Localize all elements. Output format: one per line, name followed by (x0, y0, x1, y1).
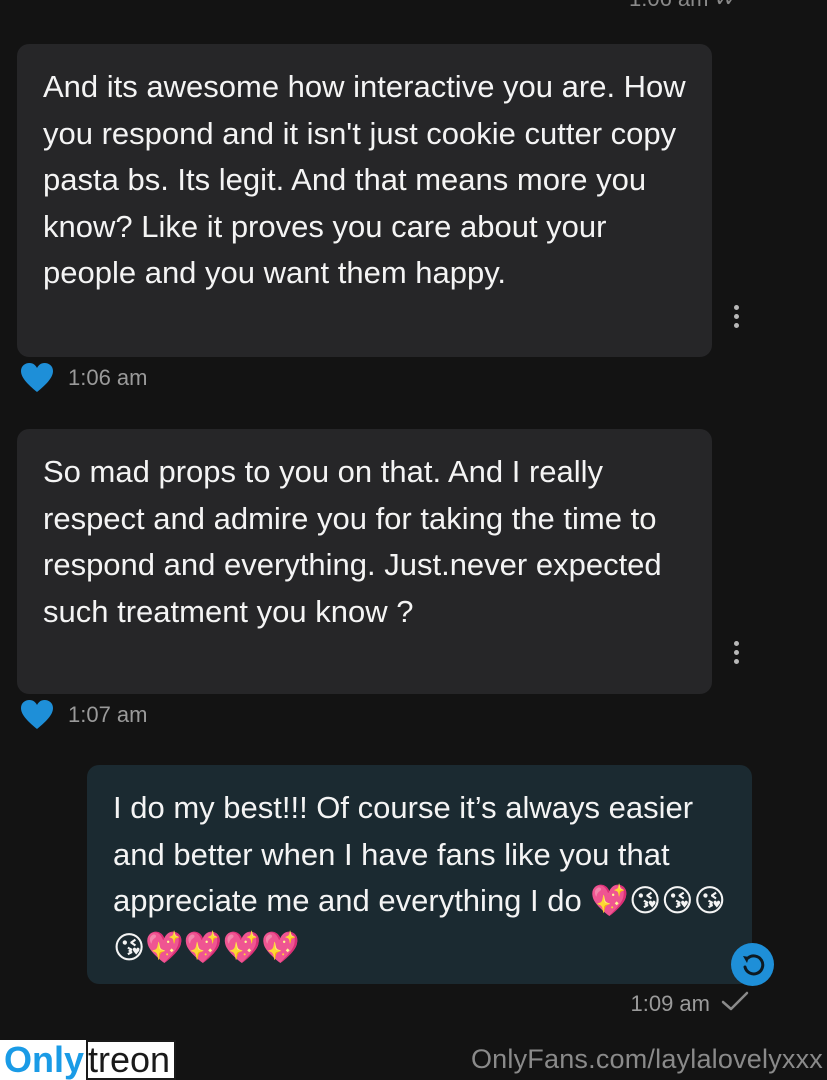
message-time: 1:09 am (630, 991, 711, 1016)
outgoing-message-bubble[interactable]: I do my best!!! Of course it’s always ea… (87, 765, 752, 984)
double-check-icon: ✓✓ (714, 0, 739, 12)
incoming-message-bubble[interactable]: So mad props to you on that. And I reall… (17, 429, 712, 694)
previous-message-time: 1:06 am (629, 0, 709, 12)
message-time: 1:06 am (68, 365, 148, 390)
check-icon (720, 990, 750, 1018)
more-vertical-icon[interactable] (734, 305, 740, 328)
message-meta: 1:06 am (20, 362, 148, 394)
watermark-url: OnlyFans.com/laylalovelyxxx (470, 1044, 823, 1074)
previous-message-meta: 1:06 am ✓✓ (629, 0, 740, 12)
message-meta: 1:07 am (20, 699, 148, 731)
heart-icon[interactable] (20, 362, 54, 394)
message-meta: 1:09 am (631, 990, 751, 1018)
heart-icon[interactable] (20, 699, 54, 731)
incoming-message-bubble[interactable]: And its awesome how interactive you are.… (17, 44, 712, 357)
message-time: 1:07 am (68, 702, 148, 727)
watermark-brand-part-2: treon (86, 1040, 177, 1080)
watermark-brand-part-1: Only (0, 1040, 87, 1080)
more-vertical-icon[interactable] (734, 641, 740, 664)
undo-reply-icon[interactable] (731, 943, 774, 986)
watermark-logo: Only treon (0, 1040, 177, 1080)
